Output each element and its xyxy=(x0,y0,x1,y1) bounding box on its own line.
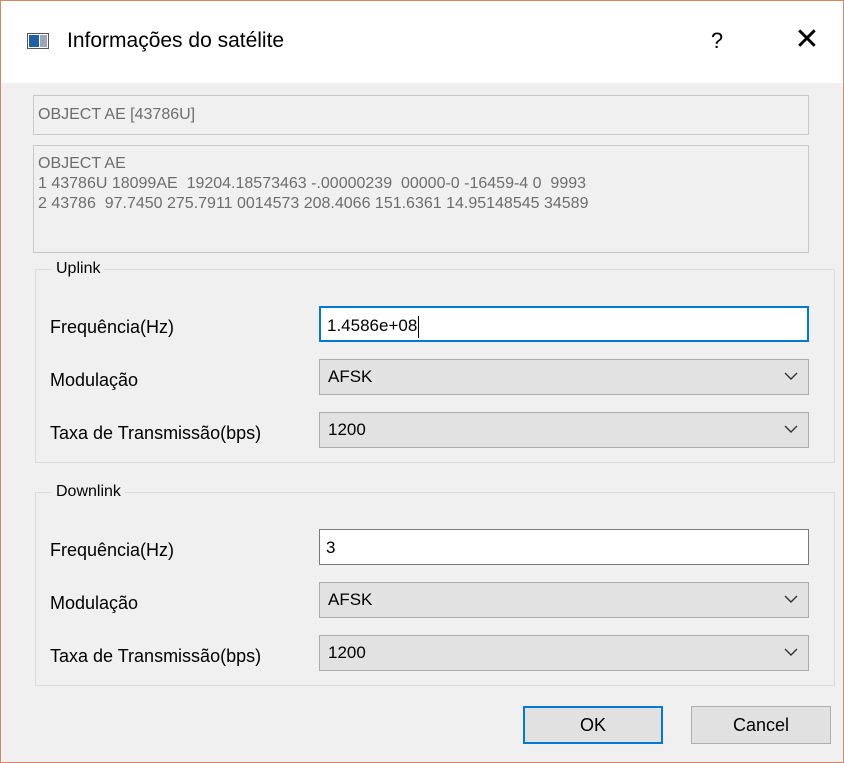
satellite-name-field[interactable]: OBJECT AE [43786U] xyxy=(33,95,809,135)
satellite-info-dialog: Informações do satélite ? ✕ OBJECT AE [4… xyxy=(0,0,844,763)
chevron-down-icon xyxy=(784,425,798,433)
uplink-rate-select[interactable]: 1200 xyxy=(319,412,809,448)
downlink-modulation-label: Modulação xyxy=(50,593,139,613)
uplink-frequency-label: Frequência(Hz) xyxy=(50,317,175,337)
title-bar: Informações do satélite ? ✕ xyxy=(1,1,843,83)
downlink-modulation-select[interactable]: AFSK xyxy=(319,582,809,618)
tle-text-area[interactable]: OBJECT AE 1 43786U 18099AE 19204.1857346… xyxy=(33,145,809,253)
uplink-group-title: Uplink xyxy=(52,259,105,279)
tle-line-1: 1 43786U 18099AE 19204.18573463 -.000002… xyxy=(38,175,587,192)
chevron-down-icon xyxy=(784,372,798,380)
uplink-rate-value: 1200 xyxy=(328,420,366,439)
tle-line-name: OBJECT AE xyxy=(38,155,126,172)
ok-button[interactable]: OK xyxy=(523,706,663,744)
chevron-down-icon xyxy=(784,648,798,656)
text-caret xyxy=(418,315,420,338)
uplink-modulation-value: AFSK xyxy=(328,367,373,386)
downlink-modulation-value: AFSK xyxy=(328,590,373,609)
uplink-rate-label: Taxa de Transmissão(bps) xyxy=(50,423,262,443)
help-button[interactable]: ? xyxy=(691,23,743,59)
tle-line-2: 2 43786 97.7450 275.7911 0014573 208.406… xyxy=(38,195,589,212)
downlink-rate-value: 1200 xyxy=(328,643,366,662)
downlink-rate-label: Taxa de Transmissão(bps) xyxy=(50,646,262,666)
downlink-group-title: Downlink xyxy=(52,482,125,502)
downlink-group: Downlink Frequência(Hz) 3 Modulação AFSK… xyxy=(35,482,835,686)
downlink-frequency-input[interactable]: 3 xyxy=(319,529,809,565)
chevron-down-icon xyxy=(784,595,798,603)
window-icon xyxy=(27,33,49,49)
cancel-button[interactable]: Cancel xyxy=(691,706,831,744)
downlink-frequency-value: 3 xyxy=(326,538,336,557)
downlink-rate-select[interactable]: 1200 xyxy=(319,635,809,671)
uplink-frequency-input[interactable]: 1.4586e+08 xyxy=(319,306,809,342)
uplink-modulation-select[interactable]: AFSK xyxy=(319,359,809,395)
downlink-frequency-label: Frequência(Hz) xyxy=(50,540,175,560)
uplink-modulation-label: Modulação xyxy=(50,370,139,390)
close-button[interactable]: ✕ xyxy=(783,23,831,59)
uplink-group: Uplink Frequência(Hz) 1.4586e+08 Modulaç… xyxy=(35,259,835,463)
window-title: Informações do satélite xyxy=(67,29,285,52)
uplink-frequency-value: 1.4586e+08 xyxy=(327,316,418,335)
